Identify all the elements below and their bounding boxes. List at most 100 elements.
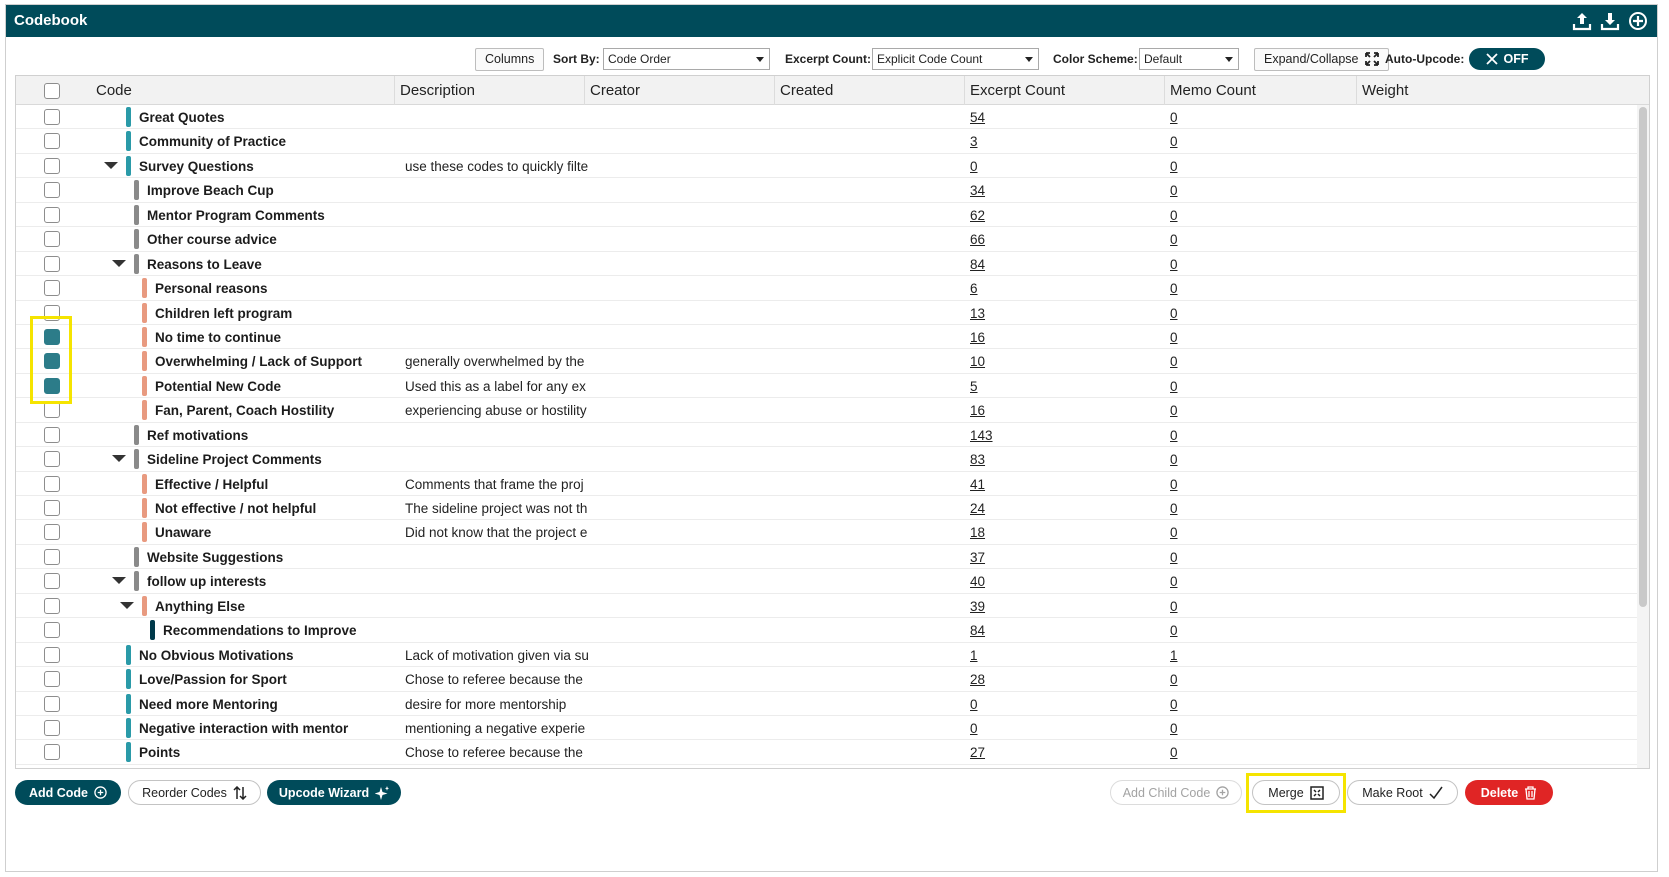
download-icon[interactable] [1599,10,1621,32]
code-name[interactable]: Recommendations to Improve [163,623,357,638]
row-checkbox[interactable] [44,255,60,272]
table-row[interactable]: Potential New Code Used this as a label f… [16,374,1638,399]
sort-by-select[interactable]: Code Order [603,48,770,70]
excerpt-count-link[interactable]: 34 [970,183,985,198]
delete-button[interactable]: Delete [1465,780,1553,805]
memo-count-link[interactable]: 0 [1170,159,1178,174]
code-name[interactable]: Personal reasons [155,281,268,296]
row-checkbox[interactable] [44,573,60,590]
memo-count-link[interactable]: 0 [1170,550,1178,565]
row-checkbox[interactable] [44,597,60,614]
merge-button[interactable]: Merge [1252,780,1340,805]
column-header-excerpt-count[interactable]: Excerpt Count [965,76,1165,105]
memo-count-link[interactable]: 0 [1170,745,1178,760]
row-checkbox[interactable] [44,475,60,492]
expand-toggle-icon[interactable] [120,601,134,609]
column-header-memo-count[interactable]: Memo Count [1165,76,1357,105]
table-row[interactable]: Need more Mentoring desire for more mento… [16,692,1638,716]
table-row[interactable]: Overwhelming / Lack of Support generally … [16,349,1638,374]
code-name[interactable]: No Obvious Motivations [139,648,294,663]
memo-count-link[interactable]: 0 [1170,428,1178,443]
row-checkbox[interactable] [44,402,60,419]
code-name[interactable]: Potential New Code [155,379,281,394]
excerpt-count-link[interactable]: 41 [970,477,985,492]
excerpt-count-link[interactable]: 1 [970,648,978,663]
code-name[interactable]: Ref motivations [147,428,248,443]
code-name[interactable]: Not effective / not helpful [155,501,316,516]
code-name[interactable]: Reasons to Leave [147,257,262,272]
memo-count-link[interactable]: 0 [1170,110,1178,125]
excerpt-count-link[interactable]: 13 [970,306,985,321]
table-row[interactable]: Recommendations to Improve 84 0 [16,618,1638,643]
vertical-scrollbar[interactable] [1637,105,1649,768]
table-row[interactable]: Points Chose to referee because the 27 0 [16,740,1638,765]
memo-count-link[interactable]: 0 [1170,525,1178,540]
code-name[interactable]: Improve Beach Cup [147,183,274,198]
excerpt-count-link[interactable]: 66 [970,232,985,247]
table-row[interactable]: Not effective / not helpful The sideline … [16,496,1638,521]
code-name[interactable]: Sideline Project Comments [147,452,322,467]
upcode-wizard-button[interactable]: Upcode Wizard [267,780,401,805]
memo-count-link[interactable]: 0 [1170,574,1178,589]
table-row[interactable]: Children left program 13 0 [16,301,1638,325]
memo-count-link[interactable]: 0 [1170,281,1178,296]
excerpt-count-link[interactable]: 143 [970,428,993,443]
table-row[interactable]: Personal reasons 6 0 [16,276,1638,301]
excerpt-count-select[interactable]: Explicit Code Count [872,48,1039,70]
row-checkbox[interactable] [44,622,60,639]
column-header-created[interactable]: Created [775,76,965,105]
table-row[interactable]: Love/Passion for Sport Chose to referee b… [16,667,1638,692]
excerpt-count-link[interactable]: 0 [970,697,978,712]
excerpt-count-link[interactable]: 54 [970,110,985,125]
column-header-weight[interactable]: Weight [1357,76,1638,105]
code-name[interactable]: Other course advice [147,232,277,247]
memo-count-link[interactable]: 0 [1170,134,1178,149]
table-row[interactable]: Great Quotes 54 0 [16,105,1638,130]
row-checkbox[interactable] [44,671,60,688]
columns-button[interactable]: Columns [475,47,545,71]
scrollbar-thumb[interactable] [1639,107,1647,607]
row-checkbox[interactable] [44,646,60,663]
color-scheme-select[interactable]: Default [1139,48,1239,70]
memo-count-link[interactable]: 0 [1170,306,1178,321]
table-row[interactable]: Negative interaction with mentor mentioni… [16,716,1638,741]
table-row[interactable]: Fan, Parent, Coach Hostility experiencing… [16,398,1638,423]
excerpt-count-link[interactable]: 84 [970,623,985,638]
memo-count-link[interactable]: 0 [1170,354,1178,369]
code-name[interactable]: Community of Practice [139,134,286,149]
code-name[interactable]: Love/Passion for Sport [139,672,287,687]
row-checkbox[interactable] [44,280,60,297]
table-row[interactable]: Survey Questions use these codes to quick… [16,154,1638,179]
row-checkbox[interactable] [44,548,60,565]
table-row[interactable]: follow up interests 40 0 [16,569,1638,594]
code-name[interactable]: Mentor Program Comments [147,208,325,223]
select-all-checkbox[interactable] [44,83,60,99]
memo-count-link[interactable]: 0 [1170,330,1178,345]
table-row[interactable]: Sideline Project Comments 83 0 [16,447,1638,472]
column-header-creator[interactable]: Creator [585,76,775,105]
excerpt-count-link[interactable]: 28 [970,672,985,687]
table-row[interactable]: Improve Beach Cup 34 0 [16,178,1638,203]
row-checkbox[interactable] [44,109,60,125]
table-row[interactable]: Effective / Helpful Comments that frame t… [16,472,1638,496]
auto-upcode-toggle[interactable]: OFF [1469,48,1545,70]
table-row[interactable]: No time to continue 16 0 [16,325,1638,350]
code-name[interactable]: Great Quotes [139,110,225,125]
expand-toggle-icon[interactable] [112,455,126,463]
expand-toggle-icon[interactable] [104,161,118,169]
table-row[interactable]: Anything Else 39 0 [16,594,1638,619]
excerpt-count-link[interactable]: 18 [970,525,985,540]
memo-count-link[interactable]: 1 [1170,648,1178,663]
memo-count-link[interactable]: 0 [1170,257,1178,272]
code-name[interactable]: follow up interests [147,574,266,589]
add-circle-icon[interactable] [1627,10,1649,32]
table-row[interactable]: Website Suggestions 37 0 [16,545,1638,570]
memo-count-link[interactable]: 0 [1170,623,1178,638]
memo-count-link[interactable]: 0 [1170,183,1178,198]
row-checkbox[interactable] [44,182,60,199]
memo-count-link[interactable]: 0 [1170,452,1178,467]
code-name[interactable]: Effective / Helpful [155,477,268,492]
excerpt-count-link[interactable]: 83 [970,452,985,467]
row-checkbox[interactable] [44,719,60,736]
row-checkbox[interactable] [44,231,60,248]
